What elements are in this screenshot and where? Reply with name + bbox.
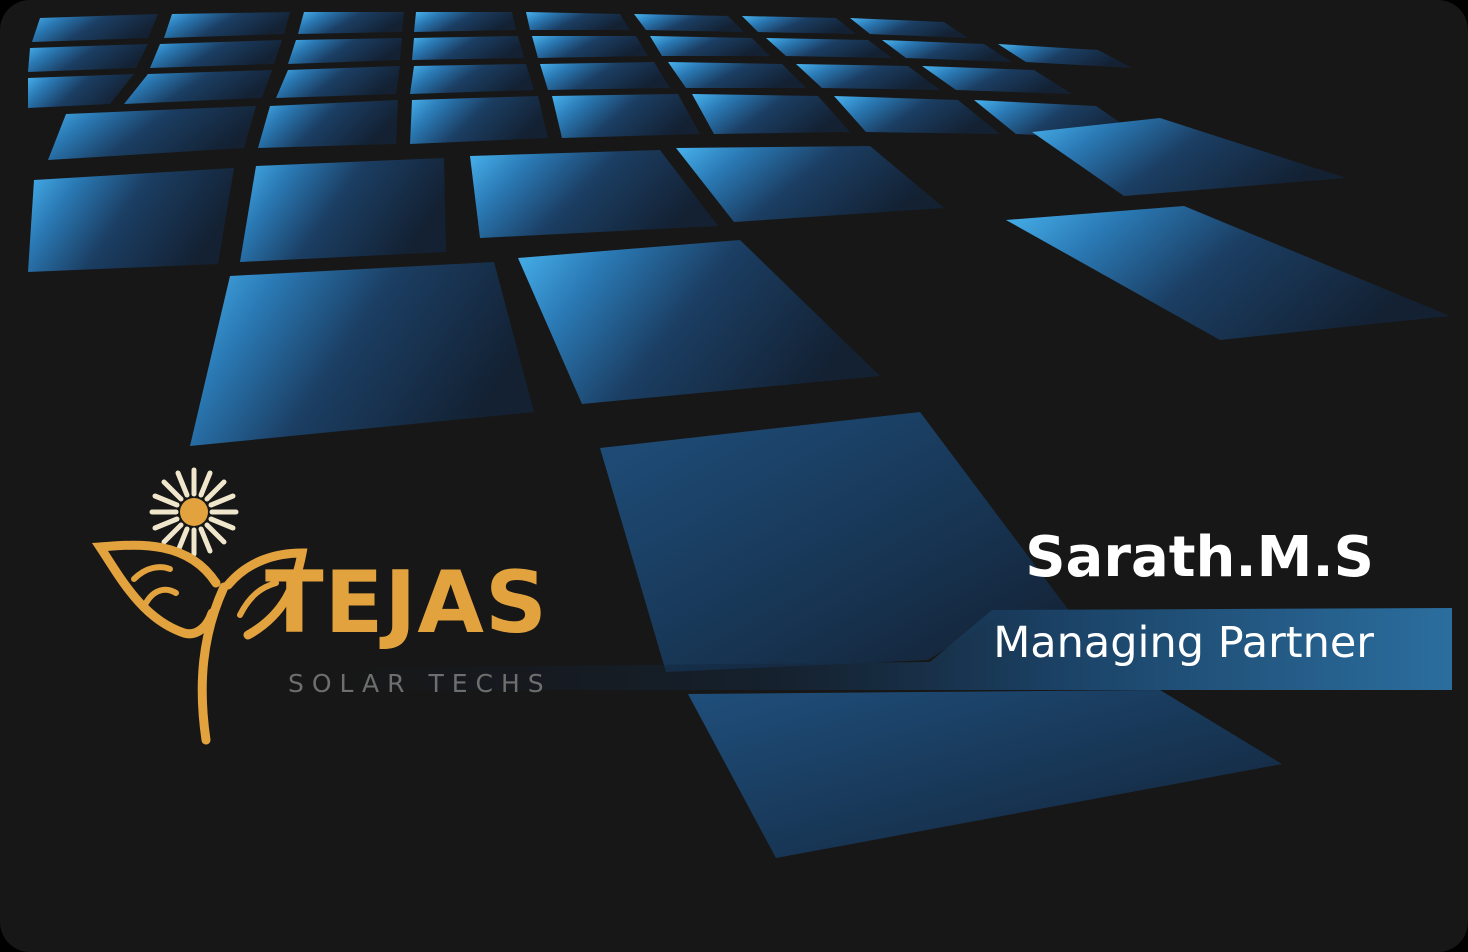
brand-tagline: SOLAR TECHS: [288, 669, 552, 698]
person-name: Sarath.M.S: [1025, 525, 1374, 590]
brand-name: TEJAS: [265, 553, 548, 653]
business-card: TEJAS SOLAR TECHS Sarath.M.S Managing Pa…: [0, 0, 1468, 952]
person-title: Managing Partner: [993, 618, 1374, 668]
